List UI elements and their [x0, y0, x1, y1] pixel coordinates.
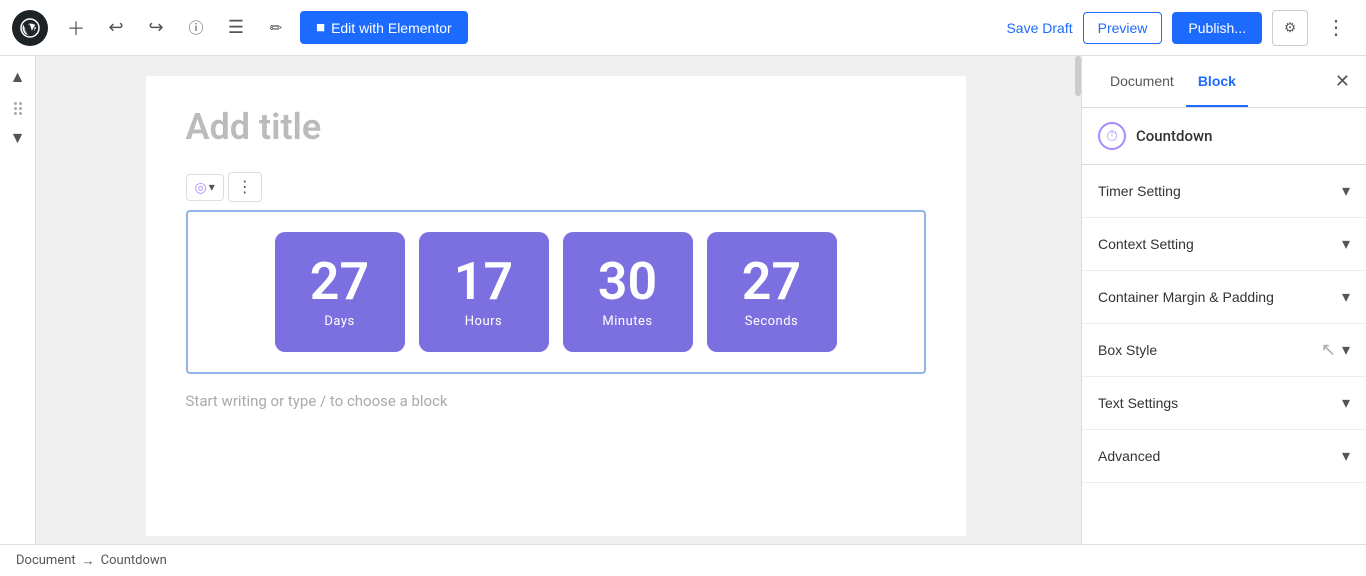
countdown-sidebar-icon: ⏱: [1098, 122, 1126, 150]
editor-area[interactable]: Add title ◎ ▾ ⋮ 27 Days 17: [36, 56, 1075, 544]
accordion-text-settings-header[interactable]: Text Settings ▾: [1082, 377, 1366, 429]
edit-button[interactable]: ✏: [260, 12, 292, 44]
main-layout: ▲ ▼ Add title ◎ ▾ ⋮: [0, 56, 1366, 544]
drag-dot: [14, 107, 17, 110]
drag-dot: [19, 107, 22, 110]
countdown-boxes: 27 Days 17 Hours 30 Minutes 27 Seconds: [208, 232, 904, 352]
add-button[interactable]: ＋: [60, 12, 92, 44]
more-options-button[interactable]: ⋮: [1318, 10, 1354, 46]
hours-number: 17: [454, 256, 513, 308]
undo-button[interactable]: ↩: [100, 12, 132, 44]
block-type-button[interactable]: ◎ ▾: [186, 174, 224, 201]
chevron-down-icon: ▾: [1342, 287, 1350, 307]
chevron-down-icon: ▾: [1342, 234, 1350, 254]
cursor-icon: ↖: [1321, 340, 1336, 361]
sidebar-scroll-track[interactable]: [1075, 56, 1081, 544]
block-type-label: ▾: [209, 180, 215, 194]
left-sidebar: ▲ ▼: [0, 56, 36, 544]
toolbar: ＋ ↩ ↪ ⓘ ☰ ✏ ■ Edit with Elementor Save D…: [0, 0, 1366, 56]
accordion-context-setting-header[interactable]: Context Setting ▾: [1082, 218, 1366, 270]
chevron-down-icon: ▾: [1342, 393, 1350, 413]
wp-logo[interactable]: [12, 10, 48, 46]
drag-dot: [19, 112, 22, 115]
preview-button[interactable]: Preview: [1083, 12, 1163, 44]
accordion-advanced: Advanced ▾: [1082, 430, 1366, 483]
block-icon: ◎: [195, 179, 207, 196]
hours-label: Hours: [465, 314, 502, 329]
accordion-box-style: Box Style ▾ ↖: [1082, 324, 1366, 377]
seconds-number: 27: [742, 256, 801, 308]
info-button[interactable]: ⓘ: [180, 12, 212, 44]
accordion-advanced-header[interactable]: Advanced ▾: [1082, 430, 1366, 482]
drag-handle[interactable]: [10, 98, 26, 119]
accordion-context-setting: Context Setting ▾: [1082, 218, 1366, 271]
save-draft-button[interactable]: Save Draft: [1006, 20, 1072, 36]
countdown-minutes-box: 30 Minutes: [563, 232, 693, 352]
days-number: 27: [310, 256, 369, 308]
countdown-days-box: 27 Days: [275, 232, 405, 352]
tab-document[interactable]: Document: [1098, 57, 1186, 107]
edit-elementor-label: Edit with Elementor: [331, 20, 452, 36]
list-button[interactable]: ☰: [220, 12, 252, 44]
accordion-advanced-label: Advanced: [1098, 448, 1160, 464]
countdown-seconds-box: 27 Seconds: [707, 232, 837, 352]
status-arrow: →: [82, 553, 95, 569]
accordion-timer-setting-label: Timer Setting: [1098, 183, 1181, 199]
block-options-button[interactable]: ⋮: [228, 172, 262, 202]
right-sidebar: Document Block ✕ ⏱ Countdown Timer Setti…: [1081, 56, 1366, 544]
accordion-timer-setting: Timer Setting ▾: [1082, 165, 1366, 218]
left-nav-up[interactable]: ▲: [4, 64, 32, 92]
minutes-number: 30: [598, 256, 657, 308]
status-document-label[interactable]: Document: [16, 553, 76, 568]
sidebar-header: Document Block ✕: [1082, 56, 1366, 108]
status-bar: Document → Countdown: [0, 544, 1366, 576]
countdown-sidebar-title: Countdown: [1136, 127, 1212, 145]
drag-dot: [19, 102, 22, 105]
status-block-label: Countdown: [101, 553, 167, 568]
accordion-text-settings-label: Text Settings: [1098, 395, 1178, 411]
page-title[interactable]: Add title: [186, 106, 926, 148]
chevron-down-icon: ▾: [1342, 446, 1350, 466]
countdown-block: 27 Days 17 Hours 30 Minutes 27 Seconds: [186, 210, 926, 374]
accordion-container-margin-label: Container Margin & Padding: [1098, 289, 1274, 305]
editor-inner: Add title ◎ ▾ ⋮ 27 Days 17: [146, 76, 966, 536]
chevron-down-icon: ▾: [1342, 181, 1350, 201]
sidebar-scroll-thumb[interactable]: [1075, 56, 1081, 96]
chevron-down-icon: ▾: [1342, 340, 1350, 360]
accordion-timer-setting-header[interactable]: Timer Setting ▾: [1082, 165, 1366, 217]
tab-block[interactable]: Block: [1186, 57, 1248, 107]
accordion-context-setting-label: Context Setting: [1098, 236, 1194, 252]
accordion-text-settings: Text Settings ▾: [1082, 377, 1366, 430]
seconds-label: Seconds: [745, 314, 799, 329]
countdown-hours-box: 17 Hours: [419, 232, 549, 352]
left-nav-down[interactable]: ▼: [4, 125, 32, 153]
days-label: Days: [324, 314, 354, 329]
minutes-label: Minutes: [602, 314, 652, 329]
settings-button[interactable]: ⚙: [1272, 10, 1308, 46]
redo-button[interactable]: ↪: [140, 12, 172, 44]
writing-hint[interactable]: Start writing or type / to choose a bloc…: [186, 392, 926, 410]
drag-dot: [14, 102, 17, 105]
block-controls: ◎ ▾ ⋮: [186, 172, 926, 202]
elementor-icon: ■: [316, 19, 325, 36]
countdown-sidebar-header: ⏱ Countdown: [1082, 108, 1366, 165]
accordion-box-style-label: Box Style: [1098, 342, 1157, 358]
close-sidebar-button[interactable]: ✕: [1335, 71, 1350, 92]
accordion-box-style-header[interactable]: Box Style ▾ ↖: [1082, 324, 1366, 376]
accordion-container-margin: Container Margin & Padding ▾: [1082, 271, 1366, 324]
drag-dot: [14, 112, 17, 115]
accordion-container-margin-header[interactable]: Container Margin & Padding ▾: [1082, 271, 1366, 323]
publish-button[interactable]: Publish...: [1172, 12, 1262, 44]
edit-elementor-button[interactable]: ■ Edit with Elementor: [300, 11, 468, 44]
toolbar-right: Save Draft Preview Publish... ⚙ ⋮: [1006, 10, 1354, 46]
